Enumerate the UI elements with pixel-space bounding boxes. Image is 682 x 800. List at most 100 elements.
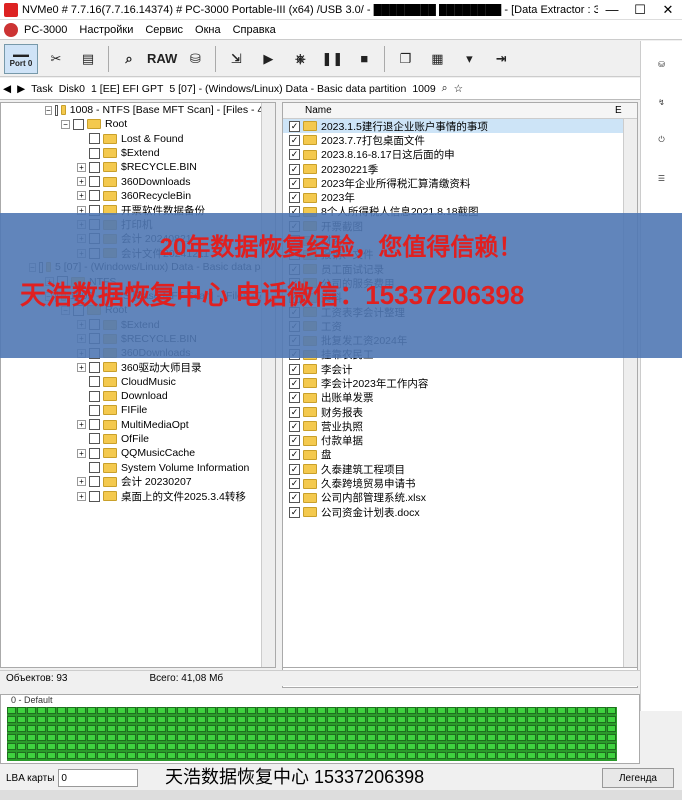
tools-icon[interactable]: ✂	[42, 44, 70, 74]
file-checkbox[interactable]: ✓	[289, 149, 300, 161]
file-checkbox[interactable]: ✓	[289, 449, 300, 461]
minimize-button[interactable]: —	[598, 2, 626, 17]
file-row[interactable]: ✓ 2023.7.7打包桌面文件	[283, 133, 637, 147]
file-row[interactable]: ✓ 久泰建筑工程项目	[283, 462, 637, 476]
stop-icon[interactable]: ■	[350, 44, 378, 74]
tree-checkbox[interactable]	[89, 161, 100, 173]
dropdown-icon[interactable]: ▾	[455, 44, 483, 74]
file-row[interactable]: ✓ 久泰跨境贸易申请书	[283, 476, 637, 490]
menu-help[interactable]: Справка	[227, 24, 282, 36]
tree-checkbox[interactable]	[54, 104, 59, 116]
breadcrumb-disk[interactable]: Disk0	[59, 83, 85, 95]
tree-checkbox[interactable]	[89, 390, 100, 402]
tree-item[interactable]: + QQMusicCache	[1, 446, 275, 460]
file-checkbox[interactable]: ✓	[289, 163, 300, 175]
tree-checkbox[interactable]	[73, 118, 84, 130]
expand-toggle-icon[interactable]: −	[45, 105, 52, 115]
tree-scrollbar[interactable]	[261, 103, 275, 667]
power-icon[interactable]: ⏻	[648, 125, 676, 155]
tree-checkbox[interactable]	[89, 433, 100, 445]
tree-item[interactable]: +360Downloads	[1, 174, 275, 188]
name-column-header[interactable]: Name	[305, 105, 615, 116]
menu-pc3000[interactable]: PC-3000	[18, 24, 73, 36]
menu-service[interactable]: Сервис	[139, 24, 189, 36]
expand-toggle-icon[interactable]: +	[77, 477, 86, 487]
close-button[interactable]: ✕	[654, 2, 682, 18]
tree-item[interactable]: OfFile	[1, 432, 275, 446]
expand-toggle-icon[interactable]: +	[77, 177, 86, 187]
port-button[interactable]: ▬▬ Port 0	[4, 43, 38, 74]
equalizer-icon[interactable]: ☰	[648, 163, 676, 193]
file-row[interactable]: ✓ 财务报表	[283, 405, 637, 419]
legend-button[interactable]: Легенда	[601, 768, 674, 788]
file-checkbox[interactable]: ✓	[289, 435, 300, 447]
tree-item[interactable]: + MultiMediaOpt	[1, 418, 275, 432]
file-row[interactable]: ✓ 2023.8.16-8.17日这后面的申	[283, 148, 637, 162]
expand-toggle-icon[interactable]: +	[77, 448, 86, 458]
tree-checkbox[interactable]	[89, 190, 100, 202]
tree-checkbox[interactable]	[89, 490, 100, 502]
file-row[interactable]: ✓ 2023年	[283, 190, 637, 204]
file-row[interactable]: ✓ 李会计2023年工作内容	[283, 376, 637, 390]
file-row[interactable]: ✓ 盘	[283, 448, 637, 462]
tree-item[interactable]: + $RECYCLE.BIN	[1, 160, 275, 174]
breadcrumb-task[interactable]: Task	[31, 83, 53, 95]
tree-checkbox[interactable]	[89, 404, 100, 416]
raw-button[interactable]: RAW	[147, 44, 177, 74]
maximize-button[interactable]: ☐	[626, 2, 654, 18]
file-row[interactable]: ✓ 付款单据	[283, 434, 637, 448]
file-checkbox[interactable]: ✓	[289, 463, 300, 475]
disk-icon[interactable]: ⛁	[181, 44, 209, 74]
file-checkbox[interactable]: ✓	[289, 192, 300, 204]
file-checkbox[interactable]: ✓	[289, 492, 300, 504]
expand-toggle-icon[interactable]: +	[77, 191, 86, 201]
tree-item[interactable]: +360RecycleBin	[1, 189, 275, 203]
breadcrumb-gpt[interactable]: 1 [EE] EFI GPT	[91, 83, 163, 95]
binoculars-icon[interactable]: ⌕	[115, 44, 143, 74]
tree-checkbox[interactable]	[89, 476, 100, 488]
script-icon[interactable]: ▤	[74, 44, 102, 74]
file-row[interactable]: ✓ 2023.1.5建行退企业账户事情的事项	[283, 119, 637, 134]
sector-map-grid[interactable]	[7, 707, 617, 761]
tree-item[interactable]: FIFile	[1, 403, 275, 417]
tree-checkbox[interactable]	[89, 419, 100, 431]
tree-item[interactable]: +360驱动大师目录	[1, 360, 275, 374]
copy-icon[interactable]: ❐	[391, 44, 419, 74]
file-row[interactable]: ✓ 20230221季	[283, 162, 637, 176]
lba-input[interactable]	[58, 769, 139, 787]
tree-checkbox[interactable]	[89, 376, 100, 388]
exit-icon[interactable]: ⇥	[487, 44, 515, 74]
file-row[interactable]: ✓ 2023年企业所得税汇算清缴资料	[283, 176, 637, 190]
search-icon[interactable]: ⌕	[442, 82, 448, 95]
file-checkbox[interactable]: ✓	[289, 406, 300, 418]
tree-checkbox[interactable]	[89, 361, 100, 373]
file-row[interactable]: ✓ 李会计	[283, 362, 637, 376]
tree-checkbox[interactable]	[89, 133, 100, 145]
menu-windows[interactable]: Окна	[189, 24, 227, 36]
tree-item[interactable]: + 会计 20230207	[1, 475, 275, 489]
image-icon[interactable]: ▦	[423, 44, 451, 74]
tree-checkbox[interactable]	[89, 176, 100, 188]
tree-item[interactable]: + 桌面上的文件2025.3.4转移	[1, 489, 275, 503]
tree-item[interactable]: − 1008 - NTFS [Base MFT Scan] - [Files - …	[1, 103, 275, 117]
tree-item[interactable]: CloudMusic	[1, 375, 275, 389]
file-checkbox[interactable]: ✓	[289, 363, 300, 375]
tree-checkbox[interactable]	[89, 462, 100, 474]
tree-item[interactable]: Lost & Found	[1, 132, 275, 146]
pause-icon[interactable]: ❚❚	[318, 44, 346, 74]
menu-settings[interactable]: Настройки	[73, 24, 139, 36]
expand-toggle-icon[interactable]: +	[77, 491, 86, 501]
file-checkbox[interactable]: ✓	[289, 134, 300, 146]
file-checkbox[interactable]: ✓	[289, 177, 300, 189]
play-icon[interactable]: ▶	[254, 44, 282, 74]
expand-toggle-icon[interactable]: +	[77, 162, 86, 172]
tree-item[interactable]: System Volume Information	[1, 460, 275, 474]
star-icon[interactable]: ☆	[454, 83, 463, 95]
tree-item[interactable]: − Root	[1, 117, 275, 131]
file-row[interactable]: ✓ 营业执照	[283, 419, 637, 433]
file-checkbox[interactable]: ✓	[289, 420, 300, 432]
tree-item[interactable]: Download	[1, 389, 275, 403]
db-icon[interactable]: ⛁	[648, 49, 676, 79]
file-row[interactable]: ✓ 出账单发票	[283, 391, 637, 405]
file-row[interactable]: ✓ 公司资金计划表.docx	[283, 505, 637, 519]
